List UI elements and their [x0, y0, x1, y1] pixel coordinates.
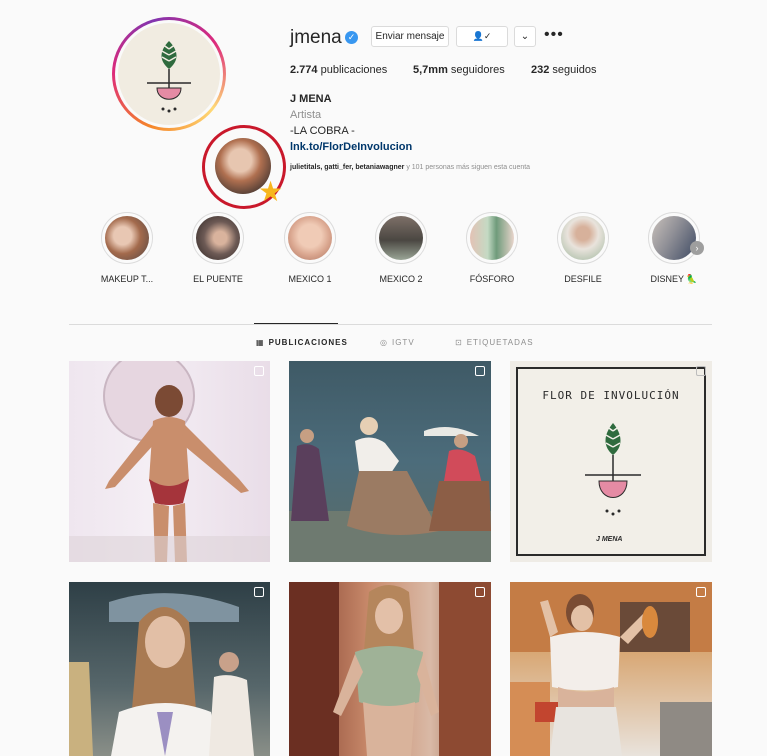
- highlight-cover: [561, 216, 605, 260]
- post-image: [289, 417, 491, 562]
- post-thumbnail[interactable]: [69, 582, 270, 756]
- highlight-item[interactable]: DESFILE: [543, 212, 623, 284]
- plant-logo-icon: [147, 41, 191, 113]
- highlight-label: DESFILE: [564, 274, 602, 284]
- followers-count: 5,7mm: [413, 64, 448, 76]
- post-thumbnail[interactable]: [289, 582, 491, 756]
- post-image: [510, 582, 712, 756]
- avatar-logo-image: [118, 23, 220, 125]
- tab-label: ETIQUETADAS: [466, 338, 534, 347]
- profile-avatar[interactable]: [112, 17, 226, 131]
- post-thumbnail[interactable]: [69, 361, 270, 562]
- send-message-button[interactable]: Enviar mensaje: [371, 26, 449, 47]
- highlight-item[interactable]: MEXICO 2: [361, 212, 441, 284]
- highlight-label: EL PUENTE: [193, 274, 243, 284]
- post-image: [69, 593, 254, 756]
- tab-label: PUBLICACIONES: [268, 338, 348, 347]
- highlight-cover: [288, 216, 332, 260]
- poster-title: FLOR DE INVOLUCIÓN: [542, 389, 680, 402]
- highlight-label: MEXICO 1: [288, 274, 332, 284]
- highlight-item[interactable]: MAKEUP T...: [87, 212, 167, 284]
- followed-by-names: julietitals, gatti_fer, betaniawagner: [290, 164, 405, 171]
- tabs-divider: [69, 324, 712, 325]
- followed-by-text[interactable]: julietitals, gatti_fer, betaniawagner y …: [290, 164, 530, 171]
- multiple-posts-icon: [696, 366, 706, 376]
- multiple-posts-icon: [475, 366, 485, 376]
- igtv-video-icon: [254, 587, 264, 597]
- highlight-cover: [652, 216, 696, 260]
- suggested-accounts-button[interactable]: ⌄: [514, 26, 536, 47]
- profile-full-name: J MENA: [290, 93, 332, 105]
- username: jmena: [290, 27, 342, 48]
- highlight-item[interactable]: FÓSFORO: [452, 212, 532, 284]
- tab-label: IGTV: [391, 338, 415, 347]
- grid-icon: ▦: [256, 338, 265, 347]
- multiple-posts-icon: [696, 587, 706, 597]
- user-check-icon: 👤✓: [472, 31, 492, 41]
- post-image: [69, 361, 270, 562]
- post-thumbnail[interactable]: FLOR DE INVOLUCIÓN J MENA: [510, 361, 712, 562]
- chevron-right-icon[interactable]: ›: [690, 241, 704, 255]
- post-image: [289, 582, 491, 756]
- following-button[interactable]: 👤✓: [456, 26, 508, 47]
- highlight-cover: [379, 216, 423, 260]
- highlight-cover: [105, 216, 149, 260]
- posts-count: 2.774: [290, 64, 318, 76]
- album-cover-poster: FLOR DE INVOLUCIÓN J MENA: [516, 367, 706, 556]
- highlight-item[interactable]: EL PUENTE: [178, 212, 258, 284]
- verified-badge-icon: ✓: [345, 31, 358, 44]
- followers-stat[interactable]: 5,7mm seguidores: [413, 64, 505, 76]
- chevron-down-icon: ⌄: [520, 31, 530, 42]
- highlight-cover: [196, 216, 240, 260]
- star-icon: ★: [258, 176, 284, 207]
- poster-brand: J MENA: [596, 536, 623, 543]
- highlight-label: FÓSFORO: [469, 274, 515, 284]
- highlight-label: DISNEY 🦜: [650, 274, 698, 284]
- multiple-posts-icon: [254, 366, 264, 376]
- plant-logo-icon: [585, 423, 641, 516]
- profile-category: Artista: [290, 109, 322, 121]
- profile-bio: -LA COBRA -: [290, 125, 355, 137]
- followed-by-suffix: y 101 personas más siguen esta cuenta: [404, 164, 531, 171]
- active-tab-indicator: [254, 323, 338, 324]
- tag-icon: ⊡: [455, 338, 463, 347]
- highlight-item[interactable]: MEXICO 1: [270, 212, 350, 284]
- following-label: seguidos: [552, 64, 597, 76]
- followers-label: seguidores: [450, 64, 505, 76]
- posts-count-stat: 2.774 publicaciones: [290, 64, 387, 76]
- highlight-label: MAKEUP T...: [100, 274, 154, 284]
- options-button[interactable]: •••: [544, 27, 564, 43]
- profile-link[interactable]: lnk.to/FlorDeInvolucion: [290, 141, 412, 153]
- following-stat[interactable]: 232 seguidos: [531, 64, 596, 76]
- highlight-label: MEXICO 2: [379, 274, 423, 284]
- following-count: 232: [531, 64, 550, 76]
- igtv-icon: ◎: [380, 338, 388, 347]
- posts-label: publicaciones: [320, 64, 388, 76]
- tab-posts[interactable]: ▦ PUBLICACIONES: [256, 338, 348, 347]
- highlight-cover: [470, 216, 514, 260]
- tab-tagged[interactable]: ⊡ ETIQUETADAS: [455, 338, 534, 347]
- post-thumbnail[interactable]: [289, 361, 491, 562]
- tab-igtv[interactable]: ◎ IGTV: [380, 338, 415, 347]
- multiple-posts-icon: [475, 587, 485, 597]
- profile-page: jmena ✓ Enviar mensaje 👤✓ ⌄ ••• 2.774 pu…: [0, 0, 767, 756]
- post-thumbnail[interactable]: [510, 582, 712, 756]
